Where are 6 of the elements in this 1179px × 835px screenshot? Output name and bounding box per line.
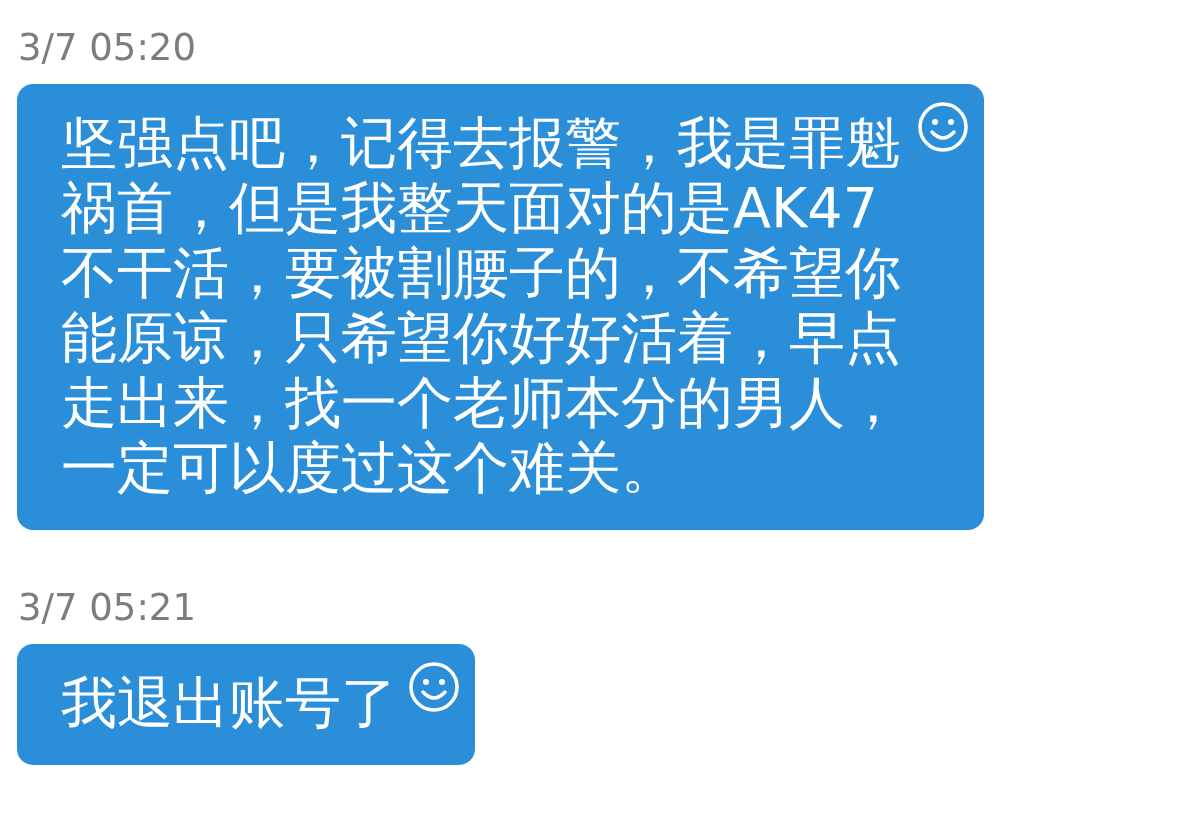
message-timestamp: 3/7 05:21 xyxy=(18,586,196,630)
smiley-icon[interactable] xyxy=(407,660,461,714)
message-text: 坚强点吧，记得去报警，我是罪魁祸首，但是我整天面对的是AK47不干活，要被割腰子的，不希望你能原谅，只希望你好好活着，早点走出来，找一个老师本分的男人，一定可以度过这个难关。 xyxy=(61,110,902,500)
smiley-icon[interactable] xyxy=(916,100,970,154)
message-text: 我退出账号了 xyxy=(61,670,397,735)
message-timestamp: 3/7 05:20 xyxy=(18,26,196,70)
